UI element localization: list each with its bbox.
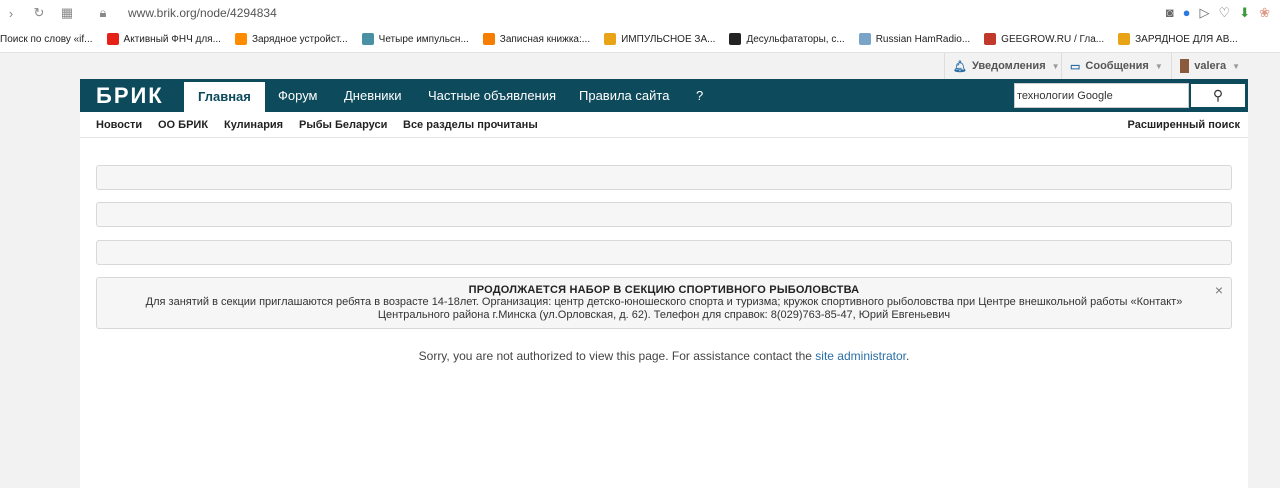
- announcement-text-line2: Центрального района г.Минска (ул.Орловск…: [377, 309, 951, 321]
- search-input[interactable]: [1014, 83, 1189, 108]
- bookmark-label: ИМПУЛЬСНОЕ ЗА...: [621, 33, 716, 45]
- site-administrator-link[interactable]: site administrator: [815, 349, 906, 363]
- search-button[interactable]: ⚲: [1190, 83, 1246, 108]
- avatar: [1180, 59, 1190, 73]
- reload-icon[interactable]: ↻: [28, 5, 50, 21]
- nav-site-rules[interactable]: Правила сайта: [565, 79, 683, 112]
- access-denied-text: Sorry, you are not authorized to view th…: [418, 349, 816, 363]
- close-icon[interactable]: ×: [1215, 282, 1223, 298]
- bookmark-item[interactable]: Russian HamRadio...: [858, 33, 971, 45]
- subnav-mark-all-read[interactable]: Все разделы прочитаны: [403, 119, 538, 131]
- blogger-icon: [482, 33, 495, 45]
- youtube-icon: [106, 33, 119, 45]
- bookmark-item[interactable]: Десульфататоры, с...: [729, 33, 845, 45]
- advanced-search-link[interactable]: Расширенный поиск: [1128, 119, 1240, 131]
- bookmarks-bar: Поиск по слову «if... Активный ФНЧ для...…: [0, 26, 1280, 53]
- browser-url-bar: › ↻ ▦ 🔒︎ www.brik.org/node/4294834 ◙ ● ▷…: [0, 0, 1280, 26]
- shield-icon: [984, 33, 997, 45]
- announcement-box: ПРОДОЛЖАЕТСЯ НАБОР В СЕКЦИЮ СПОРТИВНОГО …: [96, 277, 1232, 329]
- nav-help[interactable]: ?: [682, 79, 717, 112]
- site-user-bar: 🔔︎ Уведомления ▼ ▭ Сообщения ▼ valera ▼: [0, 53, 1280, 79]
- browser-toolbar-icons: ◙ ● ▷ ♡ ⬇ ❀: [1166, 5, 1270, 21]
- bookmark-label: ЗАРЯДНОЕ ДЛЯ АВ...: [1135, 33, 1238, 45]
- empty-block: [96, 240, 1232, 265]
- rf-icon: [604, 33, 617, 45]
- bookmark-item[interactable]: ЗАРЯДНОЕ ДЛЯ АВ...: [1118, 33, 1238, 45]
- empty-block: [96, 165, 1232, 190]
- messages-menu[interactable]: ▭ Сообщения ▼: [1061, 53, 1171, 79]
- camera-icon[interactable]: ◙: [1166, 5, 1174, 21]
- chevron-down-icon: ▼: [1051, 61, 1060, 71]
- ball-icon: [729, 33, 742, 45]
- subnav-cooking[interactable]: Кулинария: [224, 119, 283, 131]
- main-navbar: БРИК Главная Форум Дневники Частные объя…: [80, 79, 1248, 112]
- url-text[interactable]: www.brik.org/node/4294834: [128, 6, 277, 20]
- bookmark-label: Russian HamRadio...: [875, 33, 971, 45]
- lock-icon: 🔒︎: [99, 5, 107, 20]
- page-content: БРИК Главная Форум Дневники Частные объя…: [80, 79, 1248, 488]
- bookmark-item[interactable]: Поиск по слову «if...: [0, 34, 93, 45]
- bookmark-item[interactable]: ИМПУЛЬСНОЕ ЗА...: [604, 33, 715, 45]
- subnav-news[interactable]: Новости: [96, 119, 142, 131]
- download-icon[interactable]: ⬇: [1239, 5, 1250, 21]
- nav-home[interactable]: Главная: [184, 82, 265, 112]
- bookmark-label: Зарядное устройст...: [251, 33, 348, 45]
- sub-navbar: Новости ОО БРИК Кулинария Рыбы Беларуси …: [80, 112, 1248, 138]
- site-icon: [361, 33, 374, 45]
- notifications-label: Уведомления: [971, 60, 1046, 72]
- nav-forum[interactable]: Форум: [264, 79, 332, 112]
- speed-dial-icon[interactable]: ▦: [56, 5, 78, 21]
- chevron-down-icon: ▼: [1232, 61, 1240, 71]
- nav-diaries[interactable]: Дневники: [330, 79, 416, 112]
- ra-icon: [234, 33, 247, 45]
- announcement-title: ПРОДОЛЖАЕТСЯ НАБОР В СЕКЦИЮ СПОРТИВНОГО …: [468, 284, 860, 296]
- user-menu[interactable]: valera ▼: [1171, 53, 1248, 79]
- empty-block: [96, 202, 1232, 227]
- heart-icon[interactable]: ♡: [1219, 5, 1231, 21]
- messages-label: Сообщения: [1085, 60, 1149, 72]
- subnav-fish-of-belarus[interactable]: Рыбы Беларуси: [299, 119, 387, 131]
- bookmark-item[interactable]: Записная книжка:...: [482, 33, 591, 45]
- bookmark-item[interactable]: Зарядное устройст...: [234, 33, 348, 45]
- site-logo[interactable]: БРИК: [96, 83, 164, 109]
- extension-icon[interactable]: ❀: [1259, 5, 1270, 21]
- rf-icon: [1118, 33, 1131, 45]
- announcement-text-line1: Для занятий в секции приглашаются ребята…: [145, 296, 1183, 308]
- vpn-icon[interactable]: ●: [1183, 5, 1191, 21]
- ham-icon: [858, 33, 871, 45]
- chevron-down-icon: ▼: [1154, 61, 1163, 71]
- forward-icon[interactable]: ›: [0, 6, 22, 21]
- bookmark-item[interactable]: GEEGROW.RU / Гла...: [984, 33, 1104, 45]
- bookmark-label: Активный ФНЧ для...: [123, 33, 221, 45]
- bookmark-label: Четыре импульсн...: [378, 33, 469, 45]
- access-denied-message: Sorry, you are not authorized to view th…: [80, 349, 1248, 363]
- access-denied-end: .: [906, 349, 910, 363]
- bookmark-label: Поиск по слову «if...: [0, 33, 93, 45]
- bookmark-label: GEEGROW.RU / Гла...: [1001, 33, 1105, 45]
- nav-classifieds[interactable]: Частные объявления: [414, 79, 570, 112]
- subnav-oo-brik[interactable]: ОО БРИК: [158, 119, 208, 131]
- username-label: valera: [1194, 60, 1227, 72]
- bookmark-item[interactable]: Активный ФНЧ для...: [106, 33, 221, 45]
- send-icon[interactable]: ▷: [1200, 5, 1210, 21]
- chat-icon: ▭: [1070, 60, 1081, 73]
- bookmark-label: Записная книжка:...: [499, 33, 591, 45]
- bookmark-item[interactable]: Четыре импульсн...: [361, 33, 469, 45]
- search-icon: ⚲: [1212, 87, 1224, 103]
- notifications-menu[interactable]: 🔔︎ Уведомления ▼: [944, 53, 1060, 79]
- bell-icon: 🔔︎: [953, 60, 967, 73]
- bookmark-label: Десульфататоры, с...: [746, 33, 845, 45]
